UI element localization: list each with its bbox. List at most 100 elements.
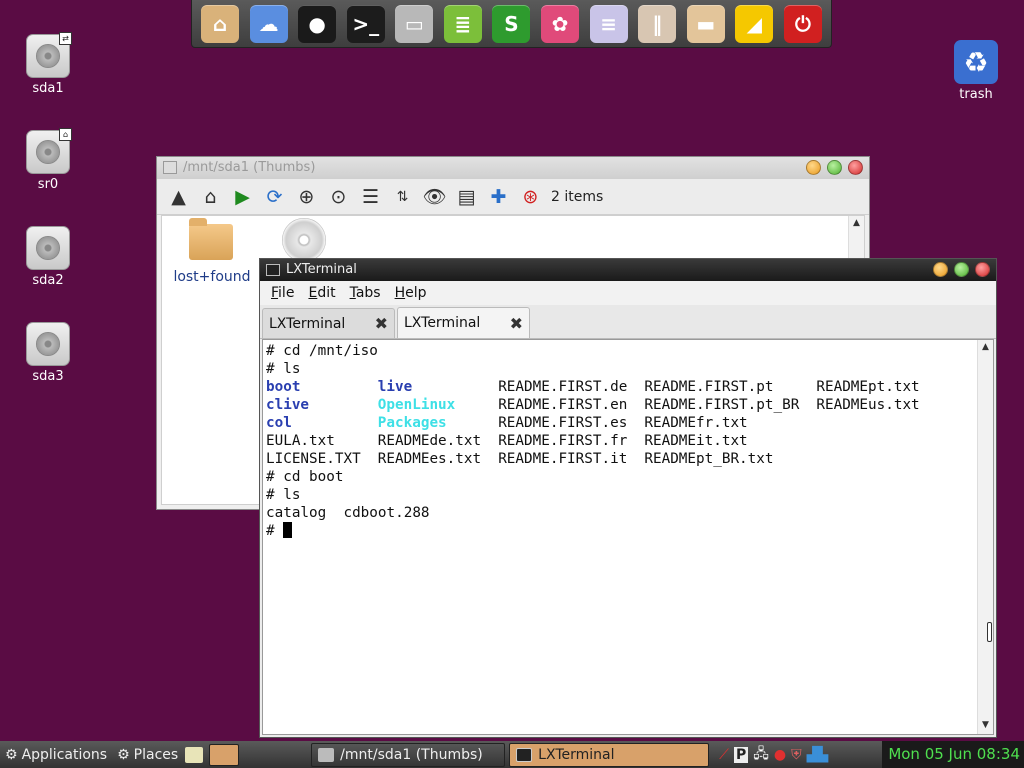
- up-arrow-icon[interactable]: ▲: [165, 183, 192, 210]
- detail-view-icon[interactable]: ▤: [453, 183, 480, 210]
- file-manager-launcher-icon[interactable]: [209, 743, 240, 766]
- terminal-line: #: [266, 522, 920, 540]
- desktop-icon-label: sda2: [32, 273, 64, 288]
- task-file-manager[interactable]: /mnt/sda1 (Thumbs): [311, 742, 506, 767]
- hard-disk-icon: [26, 322, 70, 366]
- folder-label: lost+found: [173, 269, 251, 285]
- applications-menu[interactable]: ⚙ Applications: [0, 747, 112, 763]
- menu-help[interactable]: Help: [388, 285, 434, 301]
- color-palette-icon[interactable]: ✿: [541, 4, 580, 43]
- spreadsheet-icon[interactable]: S: [492, 4, 531, 43]
- applications-label: Applications: [21, 746, 108, 763]
- network-icon[interactable]: 🖧: [753, 743, 769, 767]
- directory-entry: live: [377, 379, 413, 395]
- desktop-icon-label: sda3: [32, 369, 64, 384]
- zoom-in-icon[interactable]: ⊕: [293, 183, 320, 210]
- package-icon[interactable]: ▬: [686, 4, 725, 43]
- scrollbar-thumb[interactable]: [987, 622, 992, 642]
- file-manager-toolbar: ▲ ⌂ ▶ ⟳ ⊕ ⊙ ☰ ⇅ 👁 ▤ ✚ ⊛ 2 items: [157, 179, 869, 215]
- menu-edit[interactable]: Edit: [301, 285, 342, 301]
- file-manager-titlebar[interactable]: /mnt/sda1 (Thumbs): [157, 157, 869, 179]
- task-terminal[interactable]: LXTerminal: [509, 742, 710, 767]
- home-icon[interactable]: ⌂: [197, 183, 224, 210]
- home-folder-icon[interactable]: ⌂: [201, 4, 239, 43]
- tab-label: LXTerminal: [404, 315, 481, 331]
- desktop-icon-sr0[interactable]: ⌂ sr0: [13, 128, 83, 192]
- places-menu-icon: ⚙: [117, 746, 130, 763]
- terminal-line: clive OpenLinux README.FIRST.en README.FIRS…: [266, 396, 920, 414]
- chat-icon[interactable]: ●: [298, 4, 337, 43]
- directory-entry: boot: [266, 379, 301, 395]
- desktop-icon-sda3[interactable]: sda3: [13, 322, 83, 384]
- settings-sliders-icon[interactable]: ‖: [638, 4, 677, 43]
- desktop-icon-sda2[interactable]: sda2: [13, 226, 83, 288]
- pen-icon[interactable]: ⟋: [719, 747, 729, 763]
- optical-drive-icon: ⌂: [26, 128, 72, 174]
- show-desktop-icon[interactable]: [185, 746, 204, 763]
- desktop-icon-trash[interactable]: ♻ trash: [941, 40, 1011, 102]
- maximize-button[interactable]: [827, 160, 842, 175]
- close-tab-icon[interactable]: ✖: [510, 314, 523, 333]
- close-tab-icon[interactable]: ✖: [375, 314, 388, 333]
- places-menu[interactable]: ⚙ Places: [112, 747, 183, 763]
- maximize-button[interactable]: [954, 262, 969, 277]
- text-file-icon[interactable]: ≡: [589, 4, 628, 43]
- taskbar: ⚙ Applications ⚙ Places /mnt/sda1 (Thumb…: [0, 741, 1024, 768]
- item-count: 2 items: [551, 188, 604, 205]
- task-label: LXTerminal: [538, 746, 615, 763]
- terminal-line: EULA.txt READMEde.txt README.FIRST.fr READM…: [266, 432, 920, 450]
- close-button[interactable]: [848, 160, 863, 175]
- terminal-line: # cd /mnt/iso: [266, 342, 920, 360]
- places-label: Places: [133, 746, 179, 763]
- terminal-text-segment: READMEit.txt: [644, 433, 748, 449]
- shield-icon[interactable]: ⛨: [791, 747, 802, 763]
- terminal-text-segment: README.FIRST.es: [498, 415, 628, 431]
- menu-tabs[interactable]: Tabs: [343, 285, 388, 301]
- terminal-titlebar[interactable]: LXTerminal: [260, 259, 996, 281]
- terminal-tabbar: LXTerminal ✖ LXTerminal ✖: [260, 305, 996, 339]
- sort-icon[interactable]: ⇅: [389, 183, 416, 210]
- hard-disk-icon: ⇄: [26, 32, 72, 78]
- menu-file[interactable]: File: [264, 285, 301, 301]
- monitor-icon[interactable]: ▭: [395, 4, 434, 43]
- volume-tray-icon[interactable]: ●: [774, 747, 786, 763]
- power-icon[interactable]: ⏻: [783, 4, 822, 43]
- go-forward-icon[interactable]: ▶: [229, 183, 256, 210]
- terminal-text-segment: READMEfr.txt: [644, 415, 748, 431]
- parking-icon[interactable]: P: [733, 746, 749, 763]
- terminal-window-icon: [266, 264, 280, 276]
- zoom-fit-icon[interactable]: ⊙: [325, 183, 352, 210]
- terminal-text-segment: README.FIRST.it: [498, 451, 628, 467]
- minimize-button[interactable]: [806, 160, 821, 175]
- help-lifebuoy-icon[interactable]: ⊛: [517, 183, 544, 210]
- volume-icon[interactable]: ◢: [735, 4, 774, 43]
- terminal-output[interactable]: # cd /mnt/iso # ls boot live README.FIRST.de…: [262, 339, 994, 735]
- refresh-icon[interactable]: ⟳: [261, 183, 288, 210]
- terminal-scrollbar[interactable]: ▲ ▼: [977, 340, 993, 734]
- application-dock: ⌂ ☁ ● >_ ▭ ≣ S ✿ ≡ ‖ ▬ ◢ ⏻: [191, 0, 832, 48]
- terminal-text-segment: READMEpt.txt: [816, 379, 920, 395]
- text-cursor: [283, 522, 293, 538]
- list-view-icon[interactable]: ☰: [357, 183, 384, 210]
- minimize-button[interactable]: [933, 262, 948, 277]
- terminal-task-icon: [516, 747, 533, 762]
- disc-image-icon[interactable]: [282, 218, 326, 262]
- terminal-tab-active[interactable]: LXTerminal ✖: [397, 307, 530, 338]
- desktop-icon-label: sr0: [37, 177, 59, 192]
- terminal-line: col Packages README.FIRST.es READMEfr.txt: [266, 414, 920, 432]
- document-editor-icon[interactable]: ≣: [443, 4, 482, 43]
- terminal-text-segment: #: [266, 523, 284, 539]
- cloud-icon[interactable]: ☁: [249, 4, 288, 43]
- terminal-text-segment: # ls: [266, 487, 301, 503]
- terminal-line: catalog cdboot.288: [266, 504, 920, 522]
- terminal-text-segment: READMEpt_BR.txt: [644, 451, 774, 467]
- window-title: /mnt/sda1 (Thumbs): [183, 160, 316, 175]
- add-icon[interactable]: ✚: [485, 183, 512, 210]
- directory-entry: col: [266, 415, 292, 431]
- desktop-icon-sda1[interactable]: ⇄ sda1: [13, 32, 83, 96]
- terminal-icon[interactable]: >_: [346, 4, 385, 43]
- close-button[interactable]: [975, 262, 990, 277]
- clock[interactable]: Mon 05 Jun 08:34: [882, 741, 1024, 768]
- eye-icon[interactable]: 👁: [421, 183, 448, 210]
- terminal-tab[interactable]: LXTerminal ✖: [262, 308, 395, 338]
